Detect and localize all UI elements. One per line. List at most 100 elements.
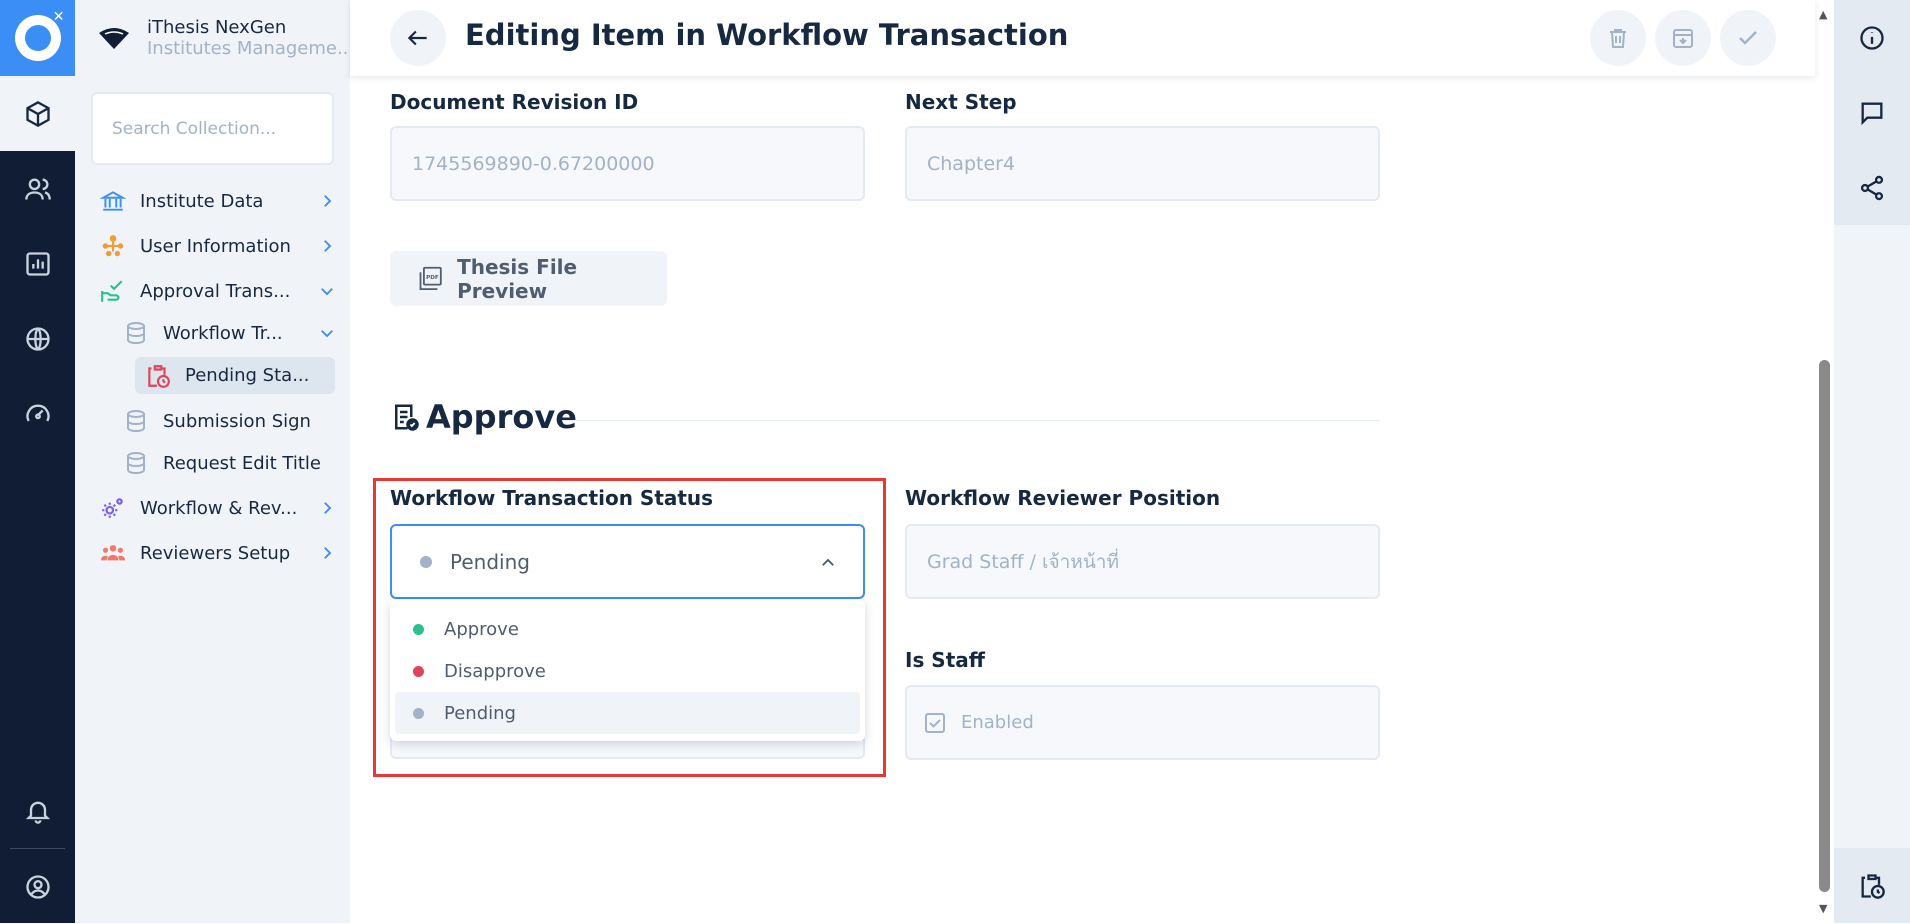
app-logo[interactable]: ✕ — [0, 0, 75, 76]
sidebar-item-pending-status[interactable]: Pending Sta... — [135, 357, 335, 394]
sidebar-item-workflow-reviewers[interactable]: Workflow & Rev... — [100, 490, 336, 526]
thesis-file-preview-button[interactable]: PDF Thesis File Preview — [390, 251, 667, 306]
web-module-button[interactable] — [0, 301, 75, 376]
chevron-right-icon — [324, 195, 332, 207]
page-title: Editing Item in Workflow Transaction — [465, 18, 1069, 52]
reviewer-position-value: Grad Staff / เจ้าหน้าที่ — [927, 550, 1120, 573]
chevron-right-icon — [324, 240, 332, 252]
sidebar-item-label: Approval Trans... — [140, 280, 291, 302]
sidebar-item-label: User Information — [140, 235, 291, 257]
save-button[interactable] — [1720, 10, 1776, 66]
svg-text:PDF: PDF — [426, 275, 439, 281]
section-divider — [562, 420, 1380, 421]
sidebar-item-label: Workflow Tr... — [163, 322, 283, 344]
database-icon — [123, 408, 149, 434]
share-button[interactable] — [1834, 150, 1910, 225]
users-module-button[interactable] — [0, 151, 75, 226]
sidebar-item-institute-data[interactable]: Institute Data — [100, 183, 336, 219]
approve-section-heading: Approve — [390, 398, 577, 436]
project-header: iThesis NexGen Institutes Manageme... — [75, 0, 350, 76]
pdf-icon: PDF — [419, 266, 442, 290]
status-dot — [413, 623, 424, 635]
document-check-icon — [395, 404, 419, 431]
chart-icon — [25, 251, 50, 276]
workflow-status-options: Approve Disapprove Pending — [390, 600, 865, 741]
chevron-right-icon — [324, 502, 332, 514]
scroll-up-arrow-icon[interactable]: ▲ — [1819, 8, 1827, 21]
database-icon — [123, 450, 149, 476]
status-dot — [413, 707, 424, 719]
bank-icon — [100, 188, 126, 214]
clipboard-clock-icon — [1861, 873, 1885, 899]
workflow-status-select[interactable]: Pending — [390, 524, 865, 599]
archive-button[interactable] — [1655, 10, 1711, 66]
hand-check-icon — [100, 278, 126, 304]
project-subtitle: Institutes Manageme... — [147, 38, 347, 59]
workflow-status-selected: Pending — [450, 549, 530, 574]
sidebar-item-reviewers-setup[interactable]: Reviewers Setup — [100, 535, 336, 571]
sidebar-item-label: Request Edit Title — [163, 452, 321, 474]
right-sidebar — [1834, 0, 1910, 923]
org-chart-icon — [100, 233, 126, 259]
is-staff-toggle[interactable]: Enabled — [905, 685, 1380, 760]
scroll-thumb[interactable] — [1819, 360, 1830, 892]
clipboard-clock-icon — [145, 363, 171, 389]
reviewer-position-field: Grad Staff / เจ้าหน้าที่ — [905, 524, 1380, 599]
sidebar-item-label: Reviewers Setup — [140, 542, 291, 564]
content-module-button[interactable] — [0, 76, 75, 151]
option-label: Pending — [444, 702, 516, 724]
pending-tasks-button[interactable] — [1834, 848, 1910, 923]
sidebar-item-request-edit-title[interactable]: Request Edit Title — [123, 445, 336, 481]
next-step-value: Chapter4 — [927, 152, 1016, 175]
search-collection[interactable] — [91, 92, 334, 165]
document-revision-id-value: 1745569890-0.67200000 — [412, 152, 655, 175]
gears-icon — [100, 495, 126, 521]
is-staff-value: Enabled — [961, 712, 1034, 733]
option-disapprove[interactable]: Disapprove — [395, 650, 860, 692]
delete-button[interactable] — [1590, 10, 1646, 66]
sidebar-item-label: Submission Sign — [163, 410, 311, 432]
module-rail: ✕ — [0, 0, 75, 923]
user-account-button[interactable] — [0, 849, 75, 924]
gauge-icon — [25, 404, 50, 422]
document-revision-id-label: Document Revision ID — [390, 90, 639, 114]
sidebar-item-label: Workflow & Rev... — [140, 497, 298, 519]
check-icon — [1739, 31, 1757, 45]
workflow-status-label: Workflow Transaction Status — [390, 486, 714, 510]
back-button[interactable] — [390, 10, 446, 66]
comment-icon — [1861, 102, 1883, 125]
info-icon — [1860, 25, 1884, 50]
chevron-up-icon — [822, 558, 834, 566]
sidebar-item-workflow-transaction[interactable]: Workflow Tr... — [123, 315, 336, 351]
status-dot — [420, 555, 432, 568]
option-pending[interactable]: Pending — [395, 692, 860, 734]
status-dot — [413, 665, 424, 677]
share-icon — [1860, 175, 1884, 200]
scroll-down-arrow-icon[interactable]: ▼ — [1819, 902, 1827, 915]
chevron-right-icon — [324, 547, 332, 559]
search-input[interactable] — [112, 118, 312, 139]
bell-icon — [25, 801, 50, 824]
cube-icon — [25, 100, 50, 127]
insights-module-button[interactable] — [0, 226, 75, 301]
document-revision-id-field: 1745569890-0.67200000 — [390, 126, 865, 201]
user-circle-icon — [25, 874, 50, 899]
diamond-icon — [97, 23, 131, 53]
archive-icon — [1673, 29, 1693, 48]
checkbox-checked-icon — [925, 712, 945, 733]
people-group-icon — [100, 540, 126, 566]
info-button[interactable] — [1834, 0, 1910, 75]
logo-icon: ✕ — [14, 9, 65, 61]
notifications-button[interactable] — [0, 773, 75, 848]
is-staff-label: Is Staff — [905, 648, 985, 672]
sidebar-item-submission-sign[interactable]: Submission Sign — [123, 403, 336, 439]
chevron-down-icon — [321, 288, 333, 296]
sidebar-item-approval-transactions[interactable]: Approval Trans... — [100, 273, 336, 309]
sidebar-item-user-information[interactable]: User Information — [100, 228, 336, 264]
users-icon — [24, 178, 51, 200]
option-approve[interactable]: Approve — [395, 608, 860, 650]
comments-button[interactable] — [1834, 75, 1910, 150]
next-step-label: Next Step — [905, 90, 1017, 114]
dashboard-module-button[interactable] — [0, 376, 75, 451]
page-scrollbar[interactable]: ▲ ▼ — [1815, 0, 1834, 923]
